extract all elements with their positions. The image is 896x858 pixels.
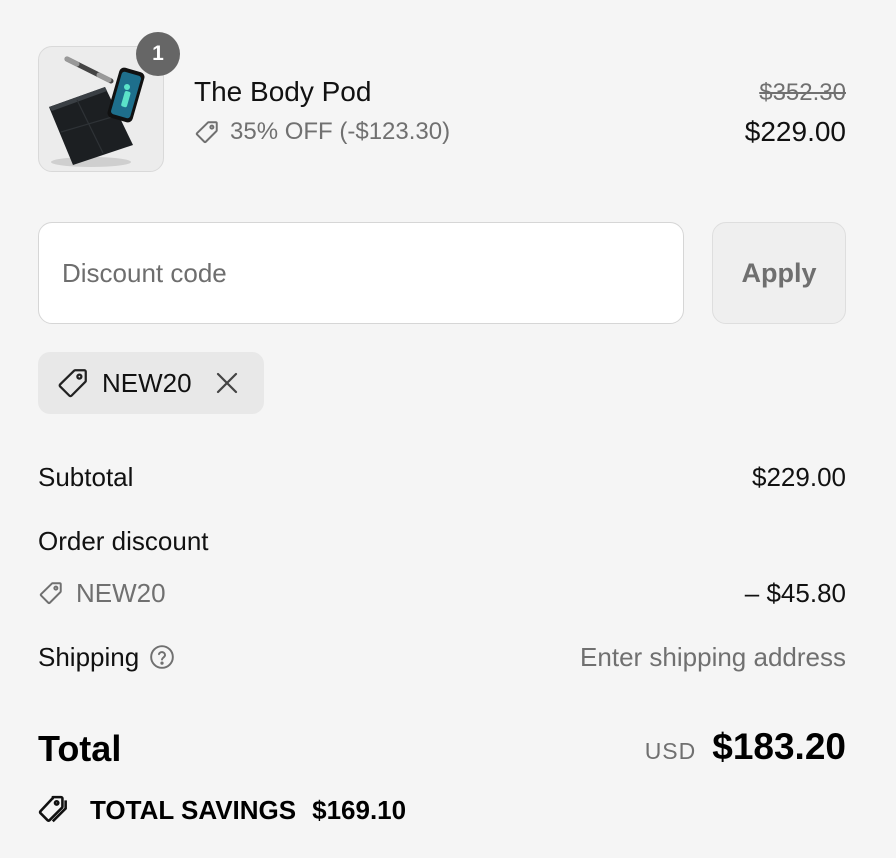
order-summary: 1 The Body Pod 35% OFF (-$123.30) $352.3…: [0, 0, 896, 858]
original-price: $352.30: [759, 79, 846, 106]
total-savings-label: TOTAL SAVINGS: [90, 794, 297, 825]
shipping-row-label: Shipping: [38, 641, 175, 673]
subtotal-value: $229.00: [752, 462, 846, 492]
product-name: The Body Pod: [194, 76, 372, 107]
order-discount-label: Order discount: [38, 526, 209, 556]
total-savings: TOTAL SAVINGS $169.10: [38, 794, 406, 826]
product-discount-text: 35% OFF (-$123.30): [230, 118, 451, 145]
total-label: Total: [38, 728, 122, 769]
shipping-value: Enter shipping address: [580, 642, 846, 672]
final-price: $229.00: [744, 116, 846, 147]
tags-icon: [38, 794, 74, 826]
applied-code-chip: NEW20: [38, 352, 264, 414]
subtotal-label: Subtotal: [38, 462, 134, 492]
product-discount: 35% OFF (-$123.30): [194, 117, 450, 147]
apply-button[interactable]: Apply: [712, 222, 846, 324]
shipping-label: Shipping: [38, 642, 140, 672]
order-discount-code-label: NEW20: [76, 578, 166, 608]
applied-code-label: NEW20: [102, 367, 192, 398]
tag-icon: [38, 580, 64, 606]
total-savings-amount: $169.10: [312, 794, 407, 825]
discount-code-input[interactable]: [38, 222, 684, 324]
order-discount-code: NEW20: [38, 577, 166, 609]
tag-icon: [56, 366, 90, 400]
quantity-badge: 1: [136, 32, 180, 76]
help-icon[interactable]: [149, 644, 175, 670]
total-amount: $183.20: [712, 726, 846, 767]
remove-code-button[interactable]: [212, 368, 242, 398]
close-icon: [216, 372, 237, 394]
currency-code: USD: [644, 738, 697, 764]
total-value: USD $183.20: [645, 726, 846, 768]
tag-icon: [194, 119, 220, 145]
order-discount-value: – $45.80: [744, 578, 846, 608]
